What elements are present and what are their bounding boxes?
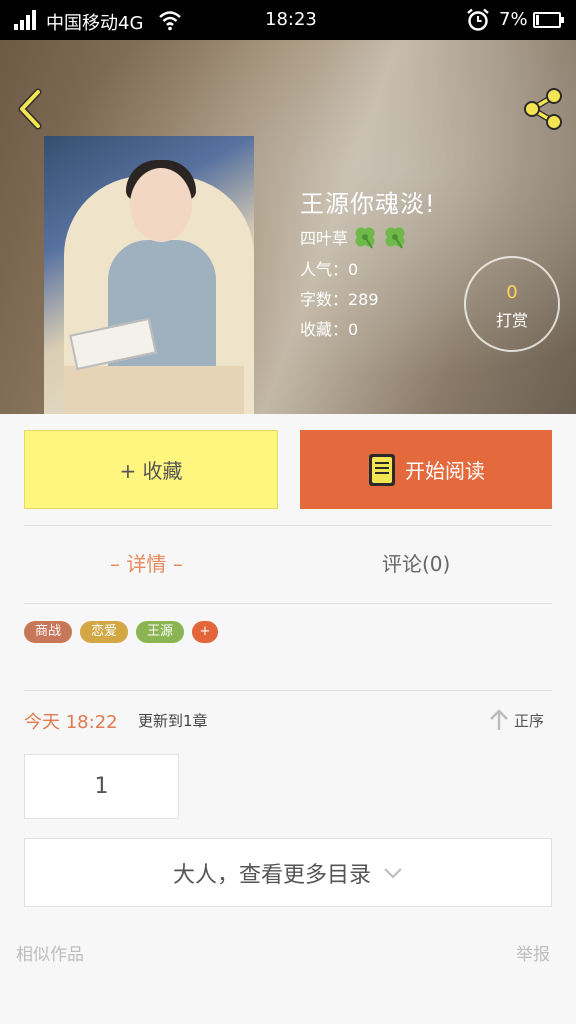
book-title: 王源你魂淡! bbox=[300, 190, 436, 218]
more-chapters-label: 大人，查看更多目录 bbox=[172, 862, 371, 888]
favorites-stat: 收藏：0 bbox=[300, 320, 359, 339]
add-favorite-label: + 收藏 bbox=[119, 459, 183, 483]
battery-percent: 7% bbox=[499, 9, 528, 30]
tab-comments[interactable]: 评论(0) bbox=[382, 548, 450, 582]
chapter-item[interactable]: 1 bbox=[24, 754, 179, 819]
word-count-stat: 字数：289 bbox=[300, 290, 379, 309]
book-icon bbox=[369, 453, 395, 486]
reward-button[interactable]: 0 打赏 bbox=[464, 256, 560, 352]
grade-label: 四叶草 bbox=[300, 229, 349, 248]
update-status: 更新到1章 bbox=[138, 712, 208, 730]
reward-count: 0 bbox=[506, 282, 518, 303]
share-icon[interactable] bbox=[520, 86, 566, 132]
popularity-stat: 人气：0 bbox=[300, 260, 359, 279]
sort-order-button[interactable]: 正序 bbox=[488, 706, 544, 734]
battery-icon bbox=[533, 12, 564, 28]
alarm-icon bbox=[467, 8, 489, 31]
reward-label: 打赏 bbox=[495, 311, 528, 330]
wifi-icon bbox=[159, 11, 181, 31]
start-reading-button[interactable]: 开始阅读 bbox=[300, 430, 552, 509]
divider bbox=[24, 603, 552, 604]
signal-icon bbox=[14, 10, 40, 30]
divider bbox=[24, 525, 552, 526]
clock: 18:23 bbox=[265, 9, 317, 30]
more-chapters-button[interactable]: 大人，查看更多目录 bbox=[24, 838, 552, 907]
arrow-up-icon bbox=[490, 709, 508, 730]
tab-details[interactable]: – 详情 – bbox=[110, 548, 183, 582]
divider bbox=[24, 690, 552, 691]
tag-item[interactable]: 商战 bbox=[24, 621, 72, 643]
carrier-label: 中国移动4G bbox=[46, 13, 144, 34]
similar-works-heading: 相似作品 bbox=[16, 945, 84, 965]
clover-icon bbox=[385, 227, 405, 249]
chevron-down-icon bbox=[384, 867, 402, 878]
chapter-number: 1 bbox=[94, 774, 109, 799]
report-link[interactable]: 举报 bbox=[516, 940, 550, 965]
clover-icon bbox=[355, 227, 375, 249]
add-tag-button[interactable]: + bbox=[192, 621, 218, 643]
back-icon[interactable] bbox=[14, 88, 48, 130]
book-grade: 四叶草 bbox=[300, 223, 408, 251]
book-cover-image bbox=[44, 136, 254, 414]
start-reading-label: 开始阅读 bbox=[405, 459, 485, 483]
add-favorite-button[interactable]: + 收藏 bbox=[24, 430, 278, 509]
status-bar: 中国移动4G 18:23 7% bbox=[0, 0, 576, 40]
update-time: 今天 18:22 bbox=[24, 712, 118, 733]
tag-item[interactable]: 恋爱 bbox=[80, 621, 128, 643]
tag-item[interactable]: 王源 bbox=[136, 621, 184, 643]
sort-order-label: 正序 bbox=[514, 711, 545, 730]
book-header: 王源你魂淡! 四叶草 人气：0 字数：289 收藏：0 0 打赏 bbox=[0, 40, 576, 414]
